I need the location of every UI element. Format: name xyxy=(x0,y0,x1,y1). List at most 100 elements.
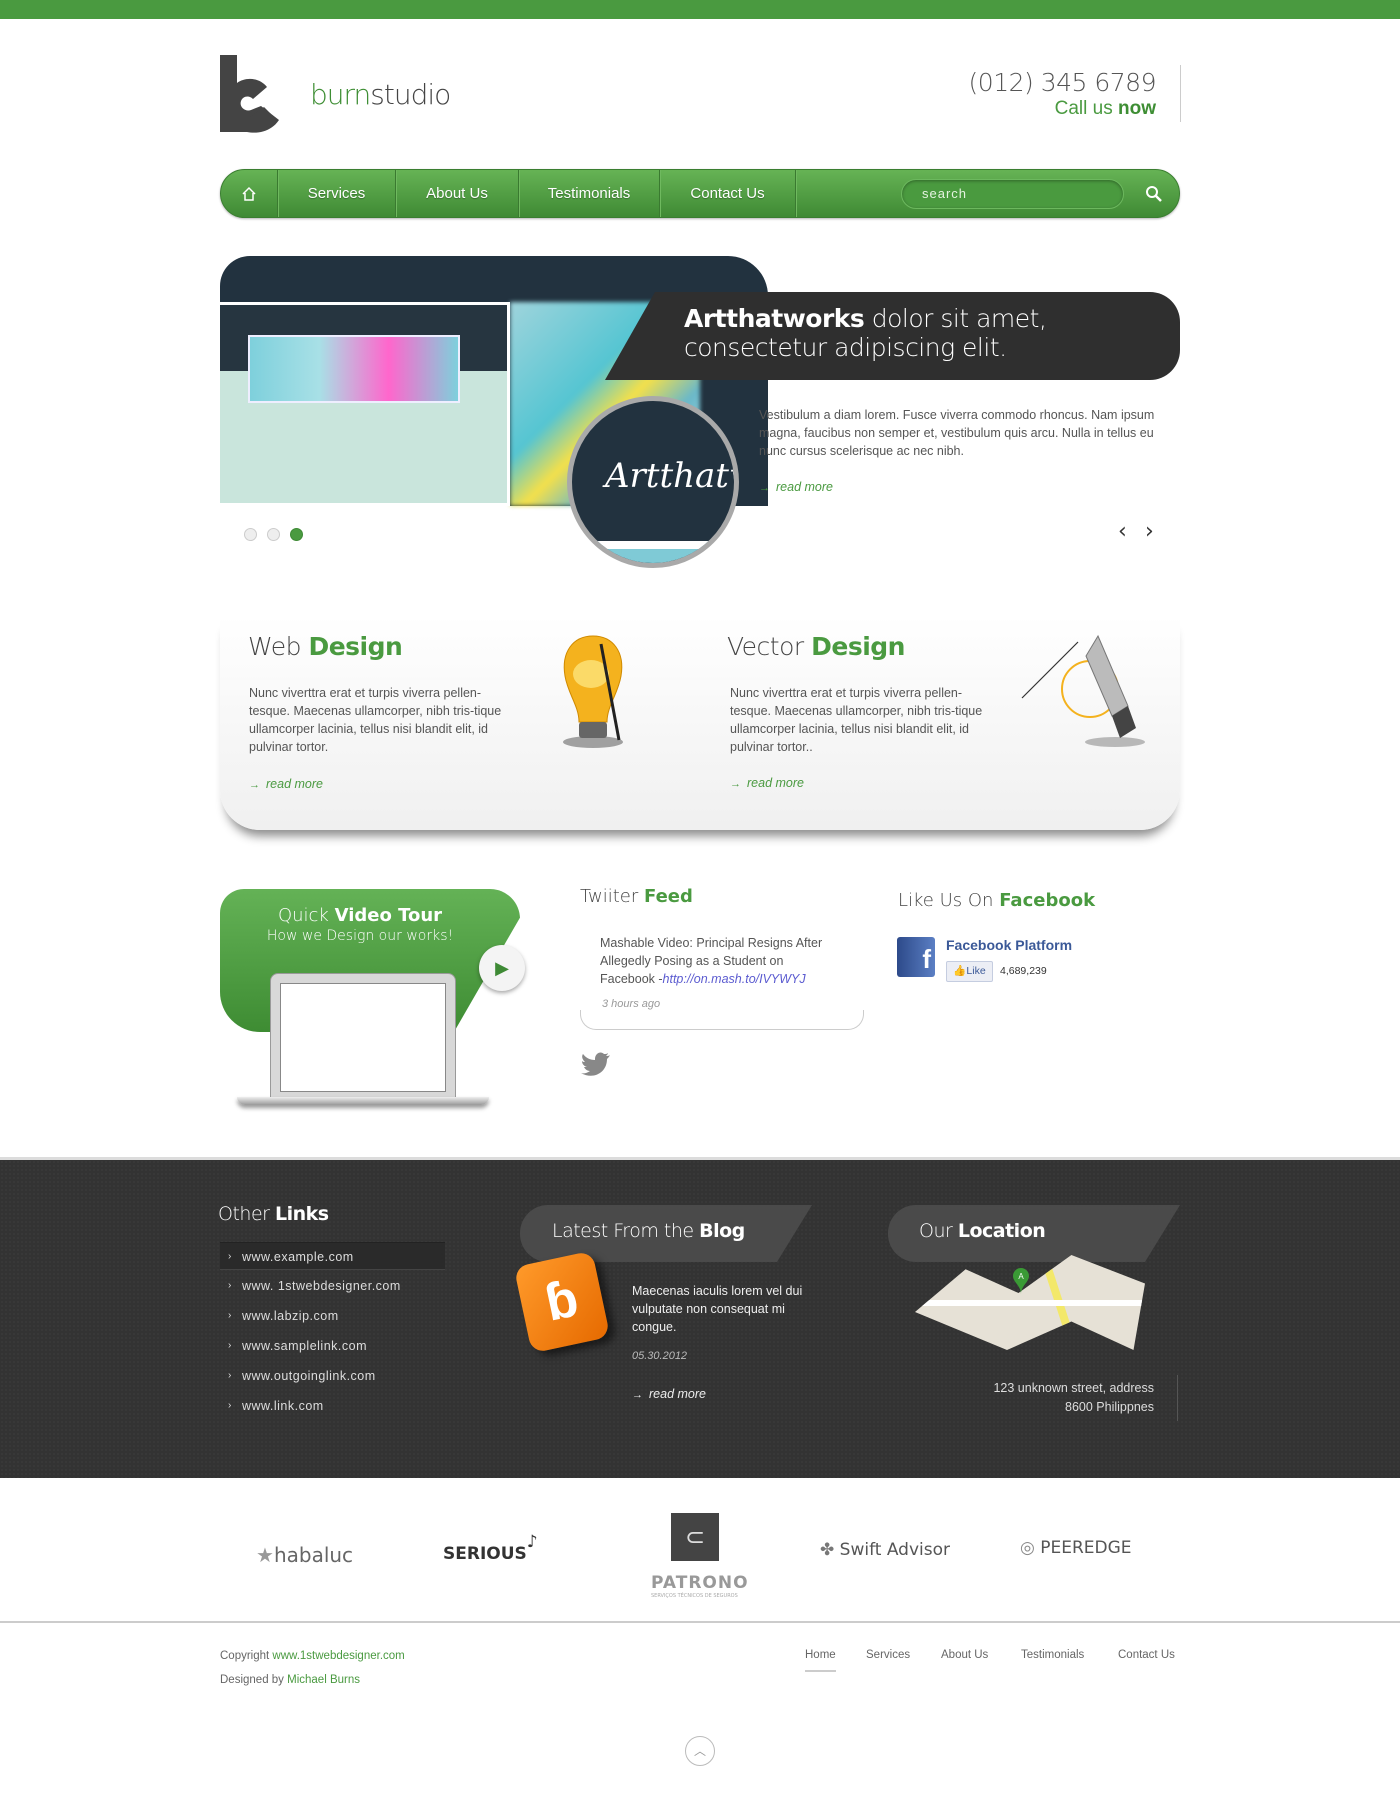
blog-date: 05.30.2012 xyxy=(632,1350,688,1362)
thumbs-up-icon: 👍 xyxy=(953,965,967,977)
partner-logo-peeredge[interactable]: ◎ PEEREDGE xyxy=(1020,1538,1132,1558)
designer-link[interactable]: Michael Burns xyxy=(287,1674,360,1686)
service-text-vector-design: Nunc viverttra erat et turpis viverra pe… xyxy=(730,686,983,754)
nav-contact-us[interactable]: Contact Us xyxy=(660,170,796,217)
slider-prev-icon[interactable]: ‹ xyxy=(1118,519,1127,544)
service-title-vector-design: Vector Design xyxy=(727,632,905,661)
call-now-label: now xyxy=(1118,98,1156,119)
footer-nav-contact-us[interactable]: Contact Us xyxy=(1118,1649,1175,1661)
footer-link[interactable]: › www.link.com xyxy=(220,1392,445,1420)
chevron-right-icon: › xyxy=(228,1280,232,1291)
video-tour-title: Quick Video Tour xyxy=(277,905,443,926)
tweet-time: 3 hours ago xyxy=(602,998,661,1010)
play-button[interactable]: ▶ xyxy=(479,945,525,991)
footer-link[interactable]: › www.example.com xyxy=(220,1242,445,1270)
paperclip-icon: ⊂ xyxy=(671,1513,719,1561)
copyright-link[interactable]: www.1stwebdesigner.com xyxy=(272,1650,404,1662)
tweet-bubble xyxy=(580,1010,864,1030)
blog-excerpt: Maecenas iaculis lorem vel dui vulputate… xyxy=(632,1284,803,1334)
caption-bold: Artthatworks xyxy=(684,304,865,333)
footer-link[interactable]: › www.samplelink.com xyxy=(220,1332,445,1360)
nav-about-us[interactable]: About Us xyxy=(396,170,519,217)
music-note-icon: ♪ xyxy=(526,1532,538,1552)
arrow-right-icon: → xyxy=(730,778,741,790)
slide-dot-2[interactable] xyxy=(267,528,280,541)
nav-services[interactable]: Services xyxy=(278,170,396,217)
chevron-right-icon: › xyxy=(228,1310,232,1321)
search-input[interactable]: search xyxy=(901,179,1124,209)
main-nav: Services About Us Testimonials Contact U… xyxy=(220,169,1180,218)
slide-caption: Artthatworks dolor sit amet, consectetur… xyxy=(684,304,1164,362)
partner-logo-patrono[interactable]: PATRONO xyxy=(651,1573,749,1593)
address: 123 unknown street, address 8600 Philippn… xyxy=(993,1381,1154,1414)
partner-logo-patrono-sub: SERVIÇOS TÉCNICOS DE SEGUROS xyxy=(651,1593,738,1599)
twitter-bird-icon[interactable] xyxy=(581,1052,611,1076)
blog-read-more[interactable]: → read more xyxy=(632,1387,706,1401)
arrow-right-icon: → xyxy=(632,1389,643,1401)
facebook-like-button[interactable]: 👍Like xyxy=(946,961,993,982)
footer-link[interactable]: › www.labzip.com xyxy=(220,1302,445,1330)
footer-nav-testimonials[interactable]: Testimonials xyxy=(1021,1649,1084,1661)
play-icon: ▶ xyxy=(495,958,509,978)
footer-nav-home[interactable]: Home xyxy=(805,1649,836,1672)
slide-website-preview xyxy=(220,302,510,506)
facebook-like-count: 4,689,239 xyxy=(1000,965,1047,977)
chevron-right-icon: › xyxy=(228,1370,232,1381)
logo-mark-icon[interactable] xyxy=(220,55,292,135)
copyright: Copyright www.1stwebdesigner.com xyxy=(220,1650,405,1662)
tweet-link[interactable]: http://on.mash.to/IVYWYJ xyxy=(663,972,806,986)
footer-nav-about-us[interactable]: About Us xyxy=(941,1649,988,1661)
twitter-feed-title: Twiiter Feed xyxy=(580,886,693,907)
service-text-web-design: Nunc viverttra erat et turpis viverra pe… xyxy=(249,686,502,754)
slide-description: Vestibulum a diam lorem. Fusce viverra c… xyxy=(759,408,1155,458)
brand-part-dark: studio xyxy=(370,78,451,111)
header-divider xyxy=(1180,65,1181,122)
lens-text: Artthatw xyxy=(605,456,734,496)
chevron-right-icon: › xyxy=(228,1400,232,1411)
facebook-title: Like Us On Facebook xyxy=(898,890,1096,911)
footer-link[interactable]: › www.outgoinglink.com xyxy=(220,1362,445,1390)
slide-dot-1[interactable] xyxy=(244,528,257,541)
light-bulb-icon xyxy=(563,635,623,748)
tweet-text: Mashable Video: Principal Resigns After … xyxy=(600,936,823,986)
service-read-more-web[interactable]: → read more xyxy=(249,777,323,791)
read-more-label: read more xyxy=(776,480,833,494)
back-to-top-button[interactable]: ︿ xyxy=(685,1736,715,1766)
search-icon[interactable] xyxy=(1145,185,1163,203)
pen-tool-icon xyxy=(1021,634,1145,747)
maple-leaf-icon: ✤ xyxy=(820,1540,835,1560)
designed-by: Designed by Michael Burns xyxy=(220,1674,360,1686)
magnifier-lens: Artthatw xyxy=(567,396,739,568)
nav-home[interactable] xyxy=(221,170,278,217)
slider-next-icon[interactable]: › xyxy=(1145,519,1154,544)
call-us-label: Call us xyxy=(1054,98,1113,119)
chevron-right-icon: › xyxy=(228,1251,232,1262)
call-us-text: Call us now xyxy=(1055,98,1156,120)
facebook-icon[interactable]: f xyxy=(897,937,935,977)
arrow-right-icon: → xyxy=(249,779,260,791)
video-tour-subtitle: How we Design our works! xyxy=(266,928,454,944)
service-read-more-vector[interactable]: → read more xyxy=(730,776,804,790)
footer-link[interactable]: › www. 1stwebdesigner.com xyxy=(220,1272,445,1300)
slide-read-more[interactable]: → read more xyxy=(759,480,833,494)
swirl-icon: ◎ xyxy=(1020,1538,1035,1558)
star-icon: ★ xyxy=(256,1543,274,1567)
partner-logo-serious[interactable]: SERIOUS♪ xyxy=(443,1532,538,1564)
top-accent-bar xyxy=(0,0,1400,19)
laptop-base xyxy=(237,1097,489,1105)
brand-part-green: burn xyxy=(310,78,371,111)
brand-name[interactable]: burnstudio xyxy=(310,78,451,111)
svg-text:A: A xyxy=(1018,1272,1024,1281)
partner-logo-habaluc[interactable]: ★habaluc xyxy=(256,1543,353,1567)
service-title-web-design: Web Design xyxy=(248,632,403,661)
arrow-right-icon: → xyxy=(759,482,770,494)
home-icon xyxy=(242,186,256,201)
slide-dot-3-active[interactable] xyxy=(290,528,303,541)
other-links-title: Other Links xyxy=(218,1203,329,1225)
chevron-right-icon: › xyxy=(228,1340,232,1351)
footer-nav-services[interactable]: Services xyxy=(866,1649,910,1661)
partner-logo-swift-advisor[interactable]: ✤ Swift Advisor xyxy=(820,1540,950,1560)
facebook-page-name[interactable]: Facebook Platform xyxy=(946,937,1072,953)
nav-testimonials[interactable]: Testimonials xyxy=(519,170,660,217)
map-pin-icon: A xyxy=(1013,1268,1029,1294)
